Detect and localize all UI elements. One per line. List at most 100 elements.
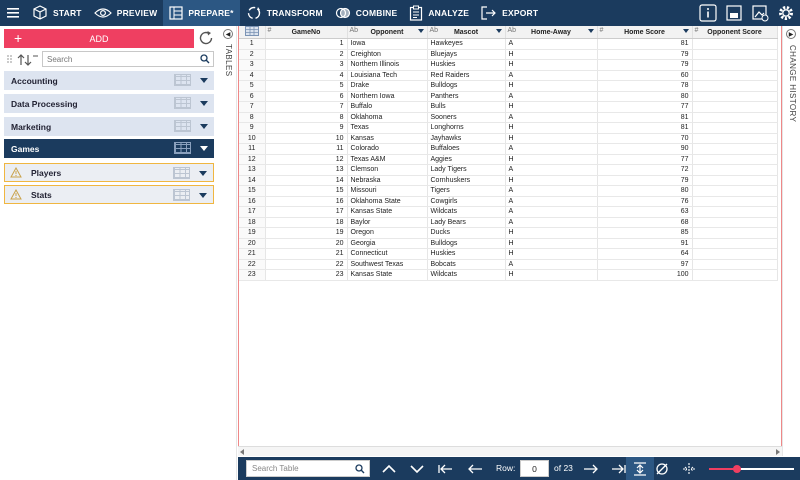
table-cell[interactable]: [692, 143, 778, 155]
row-index-cell[interactable]: 20: [239, 238, 266, 249]
table-row[interactable]: 9 9 Texas Longhorns H 81: [239, 122, 778, 134]
window-icon[interactable]: [724, 3, 744, 23]
table-cell[interactable]: 81: [597, 38, 693, 50]
table-cell[interactable]: A: [505, 196, 598, 207]
table-cell[interactable]: H: [505, 227, 598, 239]
table-cell[interactable]: Northern Illinois: [347, 59, 428, 71]
table-cell[interactable]: A: [505, 70, 598, 81]
table-cell[interactable]: 20: [265, 238, 348, 249]
table-cell[interactable]: 14: [265, 175, 348, 186]
chevron-down-icon[interactable]: [200, 124, 208, 129]
table-row[interactable]: 20 20 Georgia Bulldogs H 91: [239, 238, 778, 249]
chevron-down-icon[interactable]: [200, 146, 208, 151]
table-cell[interactable]: H: [505, 49, 598, 60]
table-cell[interactable]: 18: [265, 217, 348, 228]
table-cell[interactable]: 80: [597, 91, 693, 102]
table-cell[interactable]: A: [505, 164, 598, 176]
scroll-left-icon[interactable]: [240, 449, 244, 455]
table-cell[interactable]: 97: [597, 259, 693, 270]
table-cell[interactable]: 16: [265, 196, 348, 207]
chevron-down-icon[interactable]: [587, 29, 594, 33]
table-cell[interactable]: Oregon: [347, 227, 428, 239]
table-cell[interactable]: H: [505, 269, 598, 281]
table-row[interactable]: 2 2 Creighton Bluejays H 79: [239, 49, 778, 60]
row-index-cell[interactable]: 5: [239, 80, 266, 92]
table-row[interactable]: 10 10 Kansas Jayhawks H 70: [239, 133, 778, 144]
expand-right-icon[interactable]: ▶: [786, 29, 796, 39]
table-cell[interactable]: Connecticut: [347, 248, 428, 260]
table-row[interactable]: 8 8 Oklahoma Sooners A 81: [239, 112, 778, 123]
table-cell[interactable]: 23: [265, 269, 348, 281]
chevron-down-icon[interactable]: [199, 171, 207, 176]
table-cell[interactable]: Iowa: [347, 38, 428, 50]
table-cell[interactable]: Nebraska: [347, 175, 428, 186]
scroll-right-icon[interactable]: [776, 449, 780, 455]
table-cell[interactable]: Panthers: [427, 91, 506, 102]
table-cell[interactable]: Longhorns: [427, 122, 506, 134]
table-cell[interactable]: 21: [265, 248, 348, 260]
select-all-grid-icon[interactable]: [239, 26, 266, 39]
table-cell[interactable]: Bulldogs: [427, 80, 506, 92]
tables-panel-toggle[interactable]: ◀ TABLES: [219, 26, 237, 480]
horizontal-scrollbar[interactable]: [238, 446, 782, 456]
chevron-down-icon[interactable]: [200, 101, 208, 106]
chevron-down-icon[interactable]: [200, 78, 208, 83]
nav-preview[interactable]: PREVIEW: [88, 0, 164, 26]
nav-analyze[interactable]: ANALYZE: [403, 0, 475, 26]
table-cell[interactable]: 72: [597, 164, 693, 176]
row-index-cell[interactable]: 19: [239, 227, 266, 239]
table-cell[interactable]: 81: [597, 122, 693, 134]
table-cell[interactable]: H: [505, 154, 598, 165]
table-row[interactable]: 4 4 Louisiana Tech Red Raiders A 60: [239, 70, 778, 81]
collapse-left-icon[interactable]: ◀: [223, 29, 233, 39]
table-row[interactable]: 15 15 Missouri Tigers A 80: [239, 185, 778, 197]
collapse-columns-icon[interactable]: [680, 460, 698, 477]
table-cell[interactable]: [692, 101, 778, 113]
table-cell[interactable]: H: [505, 59, 598, 71]
table-row[interactable]: 7 7 Buffalo Bulls H 77: [239, 101, 778, 113]
grid-icon[interactable]: [173, 189, 190, 201]
chevron-down-icon[interactable]: [682, 29, 689, 33]
table-cell[interactable]: Jayhawks: [427, 133, 506, 144]
row-index-cell[interactable]: 22: [239, 259, 266, 270]
table-cell[interactable]: 60: [597, 70, 693, 81]
table-cell[interactable]: Clemson: [347, 164, 428, 176]
row-index-cell[interactable]: 12: [239, 154, 266, 165]
table-cell[interactable]: Huskies: [427, 59, 506, 71]
table-cell[interactable]: Bulls: [427, 101, 506, 113]
table-row[interactable]: 18 18 Baylor Lady Bears A 68: [239, 217, 778, 228]
column-header-mascot[interactable]: Ab Mascot: [427, 26, 506, 39]
gear-icon[interactable]: [776, 3, 796, 23]
group-games[interactable]: Games: [4, 139, 214, 158]
row-index-cell[interactable]: 14: [239, 175, 266, 186]
table-cell[interactable]: 6: [265, 91, 348, 102]
row-index-cell[interactable]: 10: [239, 133, 266, 144]
table-cell[interactable]: Bluejays: [427, 49, 506, 60]
table-cell[interactable]: Louisiana Tech: [347, 70, 428, 81]
table-cell[interactable]: Ducks: [427, 227, 506, 239]
column-header-opponent[interactable]: Ab Opponent: [347, 26, 428, 39]
table-row[interactable]: 1 1 Iowa Hawkeyes A 81: [239, 38, 778, 50]
nav-export[interactable]: EXPORT: [475, 0, 544, 26]
table-cell[interactable]: Creighton: [347, 49, 428, 60]
chevron-down-icon[interactable]: [417, 29, 424, 33]
table-cell[interactable]: Wildcats: [427, 206, 506, 218]
table-cell[interactable]: Sooners: [427, 112, 506, 123]
image-share-icon[interactable]: [750, 3, 770, 23]
table-cell[interactable]: 68: [597, 217, 693, 228]
table-cell[interactable]: 10: [265, 133, 348, 144]
table-cell[interactable]: 1: [265, 38, 348, 50]
row-index-cell[interactable]: 13: [239, 164, 266, 176]
table-cell[interactable]: 11: [265, 143, 348, 155]
fit-rows-icon[interactable]: [626, 457, 654, 480]
table-item-stats[interactable]: Stats: [4, 185, 214, 204]
table-cell[interactable]: Buffaloes: [427, 143, 506, 155]
chevron-down-icon[interactable]: [408, 460, 426, 477]
column-header-opponent-score[interactable]: # Opponent Score: [692, 26, 778, 39]
table-cell[interactable]: 13: [265, 164, 348, 176]
table-row[interactable]: 23 23 Kansas State Wildcats H 100: [239, 269, 778, 281]
table-row[interactable]: 11 11 Colorado Buffaloes A 90: [239, 143, 778, 155]
table-cell[interactable]: Oklahoma: [347, 112, 428, 123]
table-row[interactable]: 17 17 Kansas State Wildcats A 63: [239, 206, 778, 218]
row-index-cell[interactable]: 15: [239, 185, 266, 197]
